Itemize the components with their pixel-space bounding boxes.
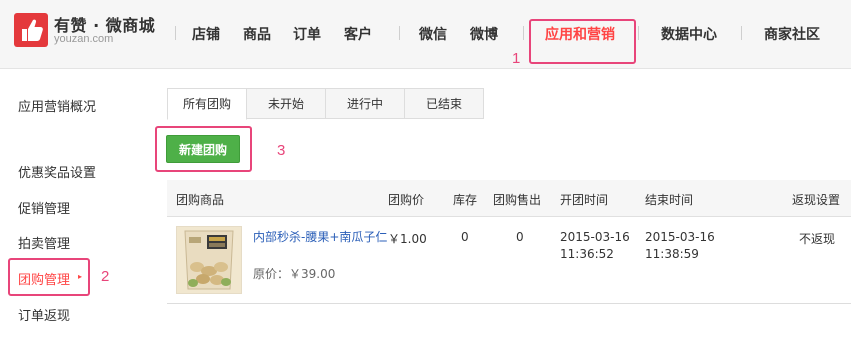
nav-divider: [523, 26, 524, 40]
sidebar-item-coupons-prizes[interactable]: 优惠奖品设置: [18, 162, 96, 181]
product-name-link[interactable]: 内部秒杀-腰果+南瓜子仁: [253, 228, 403, 246]
nav-divider: [638, 26, 639, 40]
step-number-1: 1: [512, 50, 521, 67]
end-date: 2015-03-16: [645, 230, 715, 244]
tab-all[interactable]: 所有团购: [167, 88, 247, 120]
nav-divider: [741, 26, 742, 40]
brand-domain: youzan.com: [54, 33, 114, 45]
nav-item-weibo[interactable]: 微博: [470, 24, 498, 44]
step-number-3: 3: [277, 142, 286, 159]
tab-not-started[interactable]: 未开始: [246, 88, 326, 119]
stock-count: 0: [461, 230, 469, 244]
top-navigation-bar: 有赞 · 微商城 youzan.com 店铺 商品 订单 客户 微信 微博 应用…: [0, 0, 851, 69]
end-time: 11:38:59: [645, 247, 699, 261]
table-row: 内部秒杀-腰果+南瓜子仁 原价：￥39.00 ￥1.00 0 0 2015-03…: [167, 217, 851, 304]
nav-item-customers[interactable]: 客户: [344, 24, 372, 44]
snack-bag-image-icon: [177, 227, 241, 293]
cashback-setting: 不返现: [799, 232, 836, 246]
start-date: 2015-03-16: [560, 230, 630, 244]
tab-ended[interactable]: 已结束: [404, 88, 484, 119]
nav-item-merchant-community[interactable]: 商家社区: [764, 24, 820, 44]
highlight-box-apps-marketing: [529, 19, 636, 64]
highlight-box-new-group-buy: [155, 126, 252, 172]
step-number-2: 2: [101, 268, 110, 285]
sidebar-item-order-cashback[interactable]: 订单返现: [18, 305, 70, 324]
nav-item-wechat[interactable]: 微信: [419, 24, 447, 44]
original-price: 原价：￥39.00: [253, 267, 336, 281]
sidebar-item-overview[interactable]: 应用营销概况: [18, 96, 96, 115]
nav-item-orders[interactable]: 订单: [293, 24, 321, 44]
sidebar-item-promotions[interactable]: 促销管理: [18, 198, 70, 217]
highlight-box-group-buying: [8, 258, 90, 296]
product-thumbnail[interactable]: [176, 226, 242, 294]
thumbs-up-logo-icon: [14, 13, 48, 47]
group-buy-price: ￥1.00: [388, 232, 427, 246]
sold-count: 0: [516, 230, 524, 244]
brand-logo[interactable]: 有赞 · 微商城 youzan.com: [14, 10, 174, 50]
tab-in-progress[interactable]: 进行中: [325, 88, 405, 119]
nav-item-data-center[interactable]: 数据中心: [661, 24, 717, 44]
nav-divider: [175, 26, 176, 40]
column-header-sold: 团购售出: [493, 193, 542, 207]
column-header-price: 团购价: [388, 193, 425, 207]
column-header-end-time: 结束时间: [645, 193, 694, 207]
nav-item-store[interactable]: 店铺: [192, 24, 220, 44]
start-time: 11:36:52: [560, 247, 614, 261]
column-header-cashback: 返现设置: [792, 193, 841, 207]
column-header-product: 团购商品: [176, 193, 225, 207]
sidebar: 应用营销概况 优惠奖品设置 促销管理 拍卖管理 团购管理 ▸ 订单返现: [0, 69, 150, 337]
column-header-stock: 库存: [453, 193, 478, 207]
nav-item-products[interactable]: 商品: [243, 24, 271, 44]
sidebar-item-auctions[interactable]: 拍卖管理: [18, 233, 70, 252]
column-header-start-time: 开团时间: [560, 193, 609, 207]
nav-divider: [399, 26, 400, 40]
table-header: 团购商品 团购价 库存 团购售出 开团时间 结束时间 返现设置: [167, 180, 851, 217]
